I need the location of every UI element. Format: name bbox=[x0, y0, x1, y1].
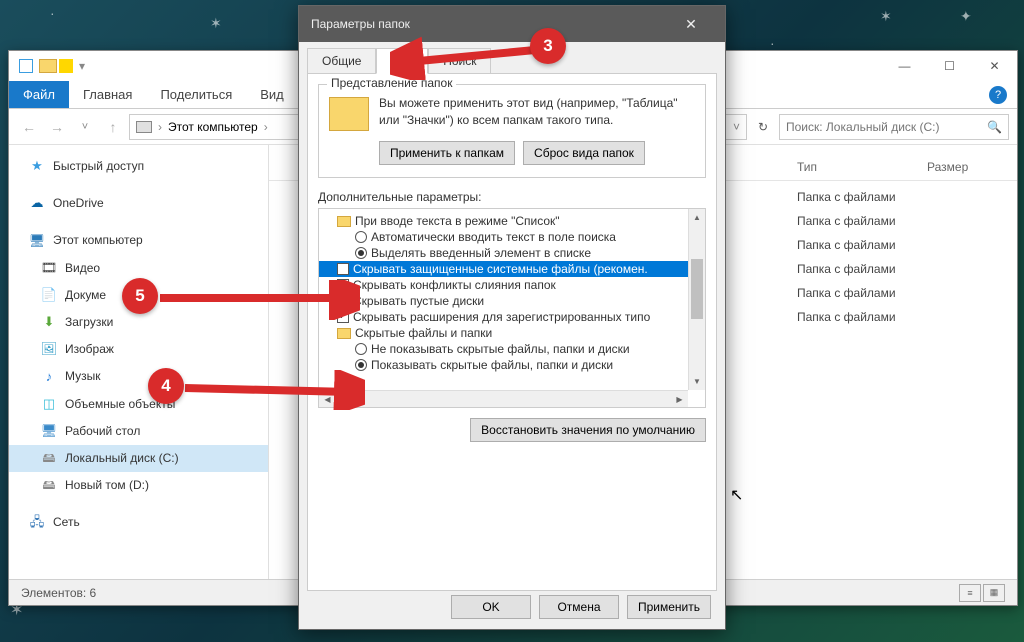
drive-icon: 🖴 bbox=[41, 478, 57, 494]
tree-item-checkbox[interactable]: Скрывать конфликты слияния папок bbox=[319, 277, 705, 293]
nav-images[interactable]: 🖼Изображ bbox=[9, 336, 268, 363]
close-button[interactable]: ✕ bbox=[972, 51, 1017, 81]
view-icons-button[interactable]: ▦ bbox=[983, 584, 1005, 602]
checkbox-icon[interactable] bbox=[337, 263, 349, 275]
scrollbar-vertical[interactable]: ▲▼ bbox=[688, 209, 705, 390]
folder-icon bbox=[337, 328, 351, 339]
refresh-button[interactable]: ↻ bbox=[751, 115, 775, 139]
checkbox-icon[interactable] bbox=[337, 295, 349, 307]
tab-general[interactable]: Общие bbox=[307, 48, 376, 74]
drive-icon: 🖴 bbox=[41, 450, 57, 466]
nav-recent-button[interactable]: ˅ bbox=[73, 115, 97, 139]
view-details-button[interactable]: ≡ bbox=[959, 584, 981, 602]
desktop-icon: 🖥 bbox=[41, 423, 57, 439]
radio-icon[interactable] bbox=[355, 247, 367, 259]
reset-folders-button[interactable]: Сброс вида папок bbox=[523, 141, 645, 165]
video-icon: 🎞 bbox=[41, 260, 57, 276]
column-type[interactable]: Тип bbox=[797, 160, 927, 174]
cancel-button[interactable]: Отмена bbox=[539, 595, 619, 619]
ribbon-file-tab[interactable]: Файл bbox=[9, 81, 69, 108]
folder-icon bbox=[39, 59, 57, 73]
ok-button[interactable]: OK bbox=[451, 595, 531, 619]
tree-item-checkbox[interactable]: Скрывать пустые диски bbox=[319, 293, 705, 309]
nav-music[interactable]: ♪Музык bbox=[9, 363, 268, 390]
folder-view-description: Вы можете применить этот вид (например, … bbox=[379, 95, 695, 129]
tree-item-radio-hide[interactable]: Не показывать скрытые файлы, папки и дис… bbox=[319, 341, 705, 357]
tree-item[interactable]: При вводе текста в режиме "Список" bbox=[319, 213, 705, 229]
help-icon[interactable]: ? bbox=[989, 86, 1007, 104]
dialog-content: Представление папок Вы можете применить … bbox=[307, 73, 717, 591]
apply-to-folders-button[interactable]: Применить к папкам bbox=[379, 141, 515, 165]
path-sep: › bbox=[264, 120, 268, 134]
status-text: Элементов: 6 bbox=[21, 586, 96, 600]
star-icon: ★ bbox=[29, 159, 45, 175]
ribbon-home-tab[interactable]: Главная bbox=[69, 81, 146, 108]
apply-button[interactable]: Применить bbox=[627, 595, 711, 619]
image-icon: 🖼 bbox=[41, 342, 57, 358]
dialog-title-text: Параметры папок bbox=[311, 17, 410, 31]
checkbox-icon[interactable] bbox=[337, 279, 349, 291]
radio-icon[interactable] bbox=[355, 359, 367, 371]
nav-d-drive[interactable]: 🖴Новый том (D:) bbox=[9, 472, 268, 499]
ribbon-view-tab[interactable]: Вид bbox=[246, 81, 298, 108]
nav-network[interactable]: 🖧Сеть bbox=[9, 509, 268, 536]
tree-item-radio-show[interactable]: Показывать скрытые файлы, папки и диски bbox=[319, 357, 705, 373]
drive-icon bbox=[136, 121, 152, 133]
tree-item-radio[interactable]: Автоматически вводить текст в поле поиск… bbox=[319, 229, 705, 245]
callout-5: 5 bbox=[122, 278, 158, 314]
tree-item-radio[interactable]: Выделять введенный элемент в списке bbox=[319, 245, 705, 261]
search-input[interactable] bbox=[786, 120, 987, 134]
document-icon: 📄 bbox=[41, 287, 57, 303]
folder-options-dialog: Параметры папок ✕ Общие Вид Поиск Предст… bbox=[298, 5, 726, 630]
nav-c-drive[interactable]: 🖴Локальный диск (C:) bbox=[9, 445, 268, 472]
cube-icon: ◫ bbox=[41, 396, 57, 412]
path-sep: › bbox=[158, 120, 162, 134]
nav-desktop[interactable]: 🖥Рабочий стол bbox=[9, 418, 268, 445]
dialog-footer: OK Отмена Применить bbox=[299, 585, 725, 629]
search-icon: 🔍 bbox=[987, 120, 1002, 134]
music-icon: ♪ bbox=[41, 369, 57, 385]
dialog-titlebar[interactable]: Параметры папок ✕ bbox=[299, 6, 725, 42]
folder-icon bbox=[329, 97, 369, 131]
dialog-close-button[interactable]: ✕ bbox=[669, 6, 713, 42]
column-size[interactable]: Размер bbox=[927, 160, 1017, 174]
advanced-settings-tree[interactable]: При вводе текста в режиме "Список" Автом… bbox=[318, 208, 706, 408]
fieldset-legend: Представление папок bbox=[327, 76, 456, 90]
dialog-tabs: Общие Вид Поиск bbox=[299, 42, 725, 74]
tree-item-checkbox[interactable]: Скрывать расширения для зарегистрированн… bbox=[319, 309, 705, 325]
radio-icon[interactable] bbox=[355, 343, 367, 355]
cloud-icon: ☁ bbox=[29, 196, 45, 212]
pc-icon: 🖥 bbox=[29, 233, 45, 249]
nav-back-button[interactable]: ← bbox=[17, 115, 41, 139]
callout-3: 3 bbox=[530, 28, 566, 64]
tree-item-hide-protected[interactable]: Скрывать защищенные системные файлы (рек… bbox=[319, 261, 705, 277]
minimize-button[interactable]: — bbox=[882, 51, 927, 81]
advanced-settings-label: Дополнительные параметры: bbox=[318, 190, 706, 204]
nav-onedrive[interactable]: ☁OneDrive bbox=[9, 190, 268, 217]
download-icon: ⬇ bbox=[41, 315, 57, 331]
folder-icon bbox=[337, 216, 351, 227]
path-segment[interactable]: Этот компьютер bbox=[168, 120, 258, 134]
ribbon-share-tab[interactable]: Поделиться bbox=[146, 81, 246, 108]
folder-view-fieldset: Представление папок Вы можете применить … bbox=[318, 84, 706, 178]
tab-view[interactable]: Вид bbox=[376, 48, 428, 74]
tree-item[interactable]: Скрытые файлы и папки bbox=[319, 325, 705, 341]
maximize-button[interactable]: ☐ bbox=[927, 51, 972, 81]
nav-up-button[interactable]: ↑ bbox=[101, 115, 125, 139]
folder-icon bbox=[59, 59, 73, 73]
nav-this-pc[interactable]: 🖥Этот компьютер bbox=[9, 227, 268, 254]
checkbox-icon[interactable] bbox=[337, 311, 349, 323]
scrollbar-horizontal[interactable]: ◀▶ bbox=[319, 390, 688, 407]
navigation-pane: ★Быстрый доступ ☁OneDrive 🖥Этот компьюте… bbox=[9, 145, 269, 587]
search-box[interactable]: 🔍 bbox=[779, 114, 1009, 140]
nav-3d-objects[interactable]: ◫Объемные объекты bbox=[9, 391, 268, 418]
nav-forward-button[interactable]: → bbox=[45, 115, 69, 139]
radio-icon[interactable] bbox=[355, 231, 367, 243]
tab-search[interactable]: Поиск bbox=[428, 48, 491, 74]
restore-defaults-button[interactable]: Восстановить значения по умолчанию bbox=[470, 418, 706, 442]
network-icon: 🖧 bbox=[29, 515, 45, 531]
callout-4: 4 bbox=[148, 368, 184, 404]
nav-quick-access[interactable]: ★Быстрый доступ bbox=[9, 153, 268, 180]
